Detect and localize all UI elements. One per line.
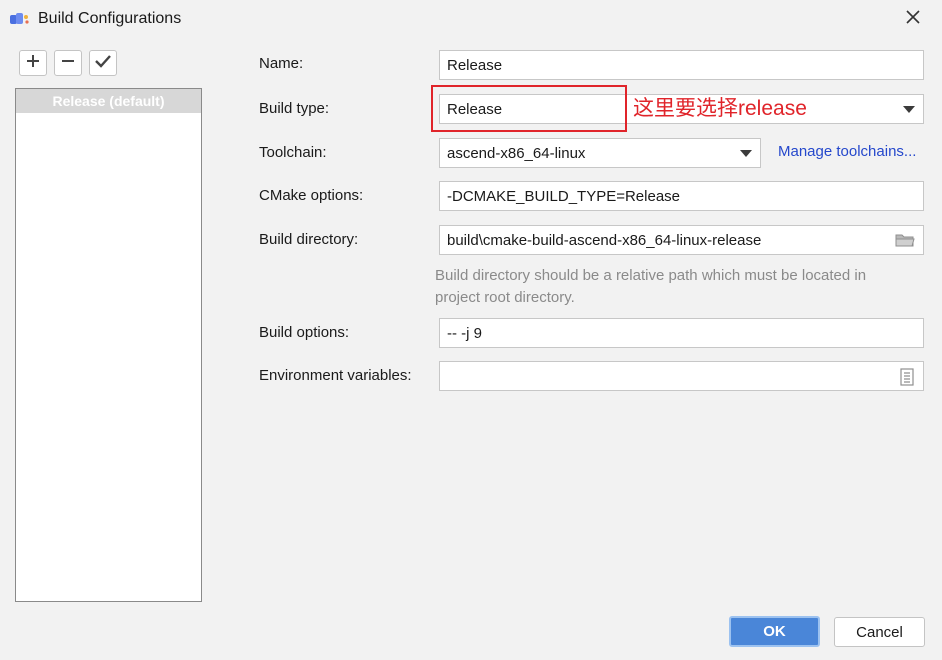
build-directory-field[interactable] — [439, 225, 924, 255]
build-type-label: Build type: — [259, 100, 330, 117]
manage-toolchains-link[interactable]: Manage toolchains... — [778, 143, 916, 160]
apply-configuration-button[interactable] — [89, 50, 117, 76]
cmake-options-input[interactable] — [447, 187, 923, 205]
title-bar: Build Configurations — [0, 0, 942, 38]
ok-button[interactable]: OK — [729, 616, 820, 647]
check-icon — [94, 53, 112, 73]
toolchain-label: Toolchain: — [259, 144, 327, 161]
name-input[interactable] — [447, 56, 923, 74]
environment-variables-field[interactable] — [439, 361, 924, 391]
cancel-button[interactable]: Cancel — [834, 617, 925, 647]
chevron-down-icon — [903, 106, 915, 113]
folder-icon[interactable] — [895, 232, 915, 252]
environment-variables-input[interactable] — [447, 367, 923, 385]
build-options-input[interactable] — [447, 324, 923, 342]
cmake-icon — [9, 11, 31, 27]
cmake-options-label: CMake options: — [259, 187, 364, 204]
build-options-field[interactable] — [439, 318, 924, 348]
configuration-list: Release (default) — [15, 88, 202, 602]
build-directory-hint: Build directory should be a relative pat… — [435, 267, 867, 306]
annotation-text: 这里要选择release — [633, 97, 807, 120]
toolchain-value: ascend-x86_64-linux — [447, 144, 586, 162]
close-button[interactable] — [896, 6, 930, 32]
document-icon[interactable] — [899, 368, 915, 390]
build-directory-input[interactable] — [447, 231, 923, 249]
window-title: Build Configurations — [38, 10, 182, 27]
build-options-label: Build options: — [259, 324, 350, 341]
annotation-highlight-box — [431, 85, 627, 132]
name-label: Name: — [259, 55, 304, 72]
chevron-down-icon — [740, 150, 752, 157]
toolchain-dropdown[interactable]: ascend-x86_64-linux — [439, 138, 761, 168]
name-field[interactable] — [439, 50, 924, 80]
remove-configuration-button[interactable] — [54, 50, 82, 76]
environment-variables-label: Environment variables: — [259, 367, 412, 384]
plus-icon — [25, 53, 41, 73]
configuration-item-release[interactable]: Release (default) — [16, 89, 201, 113]
build-directory-label: Build directory: — [259, 231, 359, 248]
add-configuration-button[interactable] — [19, 50, 47, 76]
close-icon — [906, 10, 920, 28]
cmake-options-field[interactable] — [439, 181, 924, 211]
minus-icon — [60, 53, 76, 73]
